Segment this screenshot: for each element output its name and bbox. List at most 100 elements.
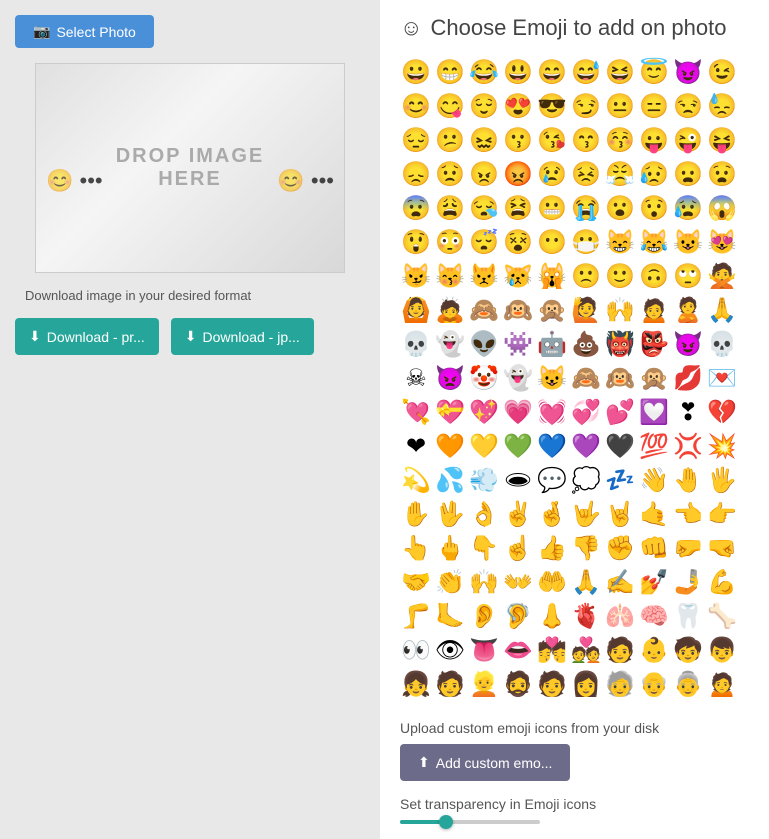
emoji-item[interactable]: 🖤 [604,430,636,462]
emoji-item[interactable]: 😯 [638,192,670,224]
emoji-item[interactable]: 🙈 [468,294,500,326]
emoji-item[interactable]: 😷 [570,226,602,258]
emoji-item[interactable]: 🖐 [706,464,738,496]
emoji-item[interactable]: 🙏 [706,294,738,326]
emoji-item[interactable]: 👧 [400,668,432,700]
emoji-item[interactable]: 🤛 [672,532,704,564]
emoji-item[interactable]: 🤲 [536,566,568,598]
emoji-item[interactable]: 🙂 [604,260,636,292]
emoji-item[interactable]: 💟 [638,396,670,428]
emoji-item[interactable]: 🧑 [604,634,636,666]
emoji-item[interactable]: 🙄 [672,260,704,292]
emoji-item[interactable]: 👹 [604,328,636,360]
emoji-item[interactable]: 💋 [672,362,704,394]
emoji-item[interactable]: 👽 [468,328,500,360]
emoji-item[interactable]: 😏 [570,90,602,122]
emoji-item[interactable]: 😾 [468,260,500,292]
emoji-item[interactable]: 💬 [536,464,568,496]
emoji-item[interactable]: 👻 [502,362,534,394]
emoji-item[interactable]: 👄 [502,634,534,666]
emoji-item[interactable]: 💭 [570,464,602,496]
emoji-item[interactable]: 💅 [638,566,670,598]
emoji-item[interactable]: 🙃 [638,260,670,292]
emoji-item[interactable]: ✌ [502,498,534,530]
emoji-item[interactable]: 😤 [604,158,636,190]
emoji-item[interactable]: ☠ [400,362,432,394]
emoji-item[interactable]: ✋ [400,498,432,530]
emoji-item[interactable]: 🙍 [638,294,670,326]
emoji-item[interactable]: 🤞 [536,498,568,530]
emoji-item[interactable]: 😠 [468,158,500,190]
emoji-item[interactable]: 👶 [638,634,670,666]
emoji-item[interactable]: 😵 [502,226,534,258]
emoji-item[interactable]: 😃 [502,56,534,88]
emoji-item[interactable]: 👻 [434,328,466,360]
emoji-item[interactable]: 🙅 [706,260,738,292]
emoji-item[interactable]: 🦵 [400,600,432,632]
emoji-item[interactable]: ☝ [502,532,534,564]
emoji-item[interactable]: 👾 [502,328,534,360]
emoji-item[interactable]: 😊 [400,90,432,122]
download-png-button[interactable]: ⬇ Download - pr... [15,318,159,355]
emoji-item[interactable]: 🙋 [570,294,602,326]
emoji-item[interactable]: 💕 [604,396,636,428]
emoji-item[interactable]: 😋 [434,90,466,122]
emoji-item[interactable]: 😲 [400,226,432,258]
emoji-item[interactable]: 🙊 [536,294,568,326]
emoji-item[interactable]: 🙏 [570,566,602,598]
emoji-item[interactable]: 😈 [672,56,704,88]
emoji-item[interactable]: 😒 [672,90,704,122]
emoji-item[interactable]: 💦 [434,464,466,496]
emoji-item[interactable]: 😉 [706,56,738,88]
emoji-item[interactable]: 💏 [536,634,568,666]
emoji-item[interactable]: 👐 [502,566,534,598]
emoji-item[interactable]: 🧠 [638,600,670,632]
emoji-item[interactable]: 😬 [536,192,568,224]
emoji-item[interactable]: 💚 [502,430,534,462]
emoji-item[interactable]: 👏 [434,566,466,598]
emoji-item[interactable]: 😳 [434,226,466,258]
emoji-item[interactable]: 🤝 [400,566,432,598]
emoji-item[interactable]: 💖 [468,396,500,428]
emoji-item[interactable]: 😁 [434,56,466,88]
emoji-item[interactable]: 😶 [536,226,568,258]
emoji-item[interactable]: 😎 [536,90,568,122]
emoji-item[interactable]: 🦴 [706,600,738,632]
emoji-item[interactable]: 😭 [570,192,602,224]
emoji-item[interactable]: 🧑 [434,668,466,700]
emoji-item[interactable]: 💢 [672,430,704,462]
emoji-item[interactable]: 🫁 [604,600,636,632]
emoji-item[interactable]: 🧔 [502,668,534,700]
emoji-item[interactable]: 😟 [434,158,466,190]
emoji-item[interactable]: 😘 [536,124,568,156]
emoji-item[interactable]: 👌 [468,498,500,530]
emoji-item[interactable]: 👵 [672,668,704,700]
emoji-item[interactable]: 😡 [502,158,534,190]
emoji-item[interactable]: 🕳 [502,464,534,496]
emoji-item[interactable]: 😸 [604,226,636,258]
emoji-item[interactable]: 💀 [706,328,738,360]
emoji-item[interactable]: 🦷 [672,600,704,632]
emoji-item[interactable]: 💨 [468,464,500,496]
emoji-item[interactable]: 🤚 [672,464,704,496]
emoji-item[interactable]: 👎 [570,532,602,564]
emoji-item[interactable]: 😙 [570,124,602,156]
emoji-item[interactable]: 👅 [468,634,500,666]
emoji-item[interactable]: 👀 [400,634,432,666]
emoji-item[interactable]: 💫 [400,464,432,496]
emoji-item[interactable]: 🦻 [502,600,534,632]
emoji-item[interactable]: 😱 [706,192,738,224]
emoji-item[interactable]: 🙈 [570,362,602,394]
emoji-item[interactable]: 👿 [434,362,466,394]
emoji-item[interactable]: 😪 [468,192,500,224]
emoji-item[interactable]: 🧒 [672,634,704,666]
emoji-item[interactable]: 🦶 [434,600,466,632]
emoji-item[interactable]: 👇 [468,532,500,564]
emoji-item[interactable]: 😕 [434,124,466,156]
emoji-item[interactable]: 👆 [400,532,432,564]
emoji-item[interactable]: 😴 [468,226,500,258]
emoji-item[interactable]: 🙉 [604,362,636,394]
emoji-item[interactable]: 💗 [502,396,534,428]
emoji-item[interactable]: 😆 [604,56,636,88]
emoji-item[interactable]: 👃 [536,600,568,632]
